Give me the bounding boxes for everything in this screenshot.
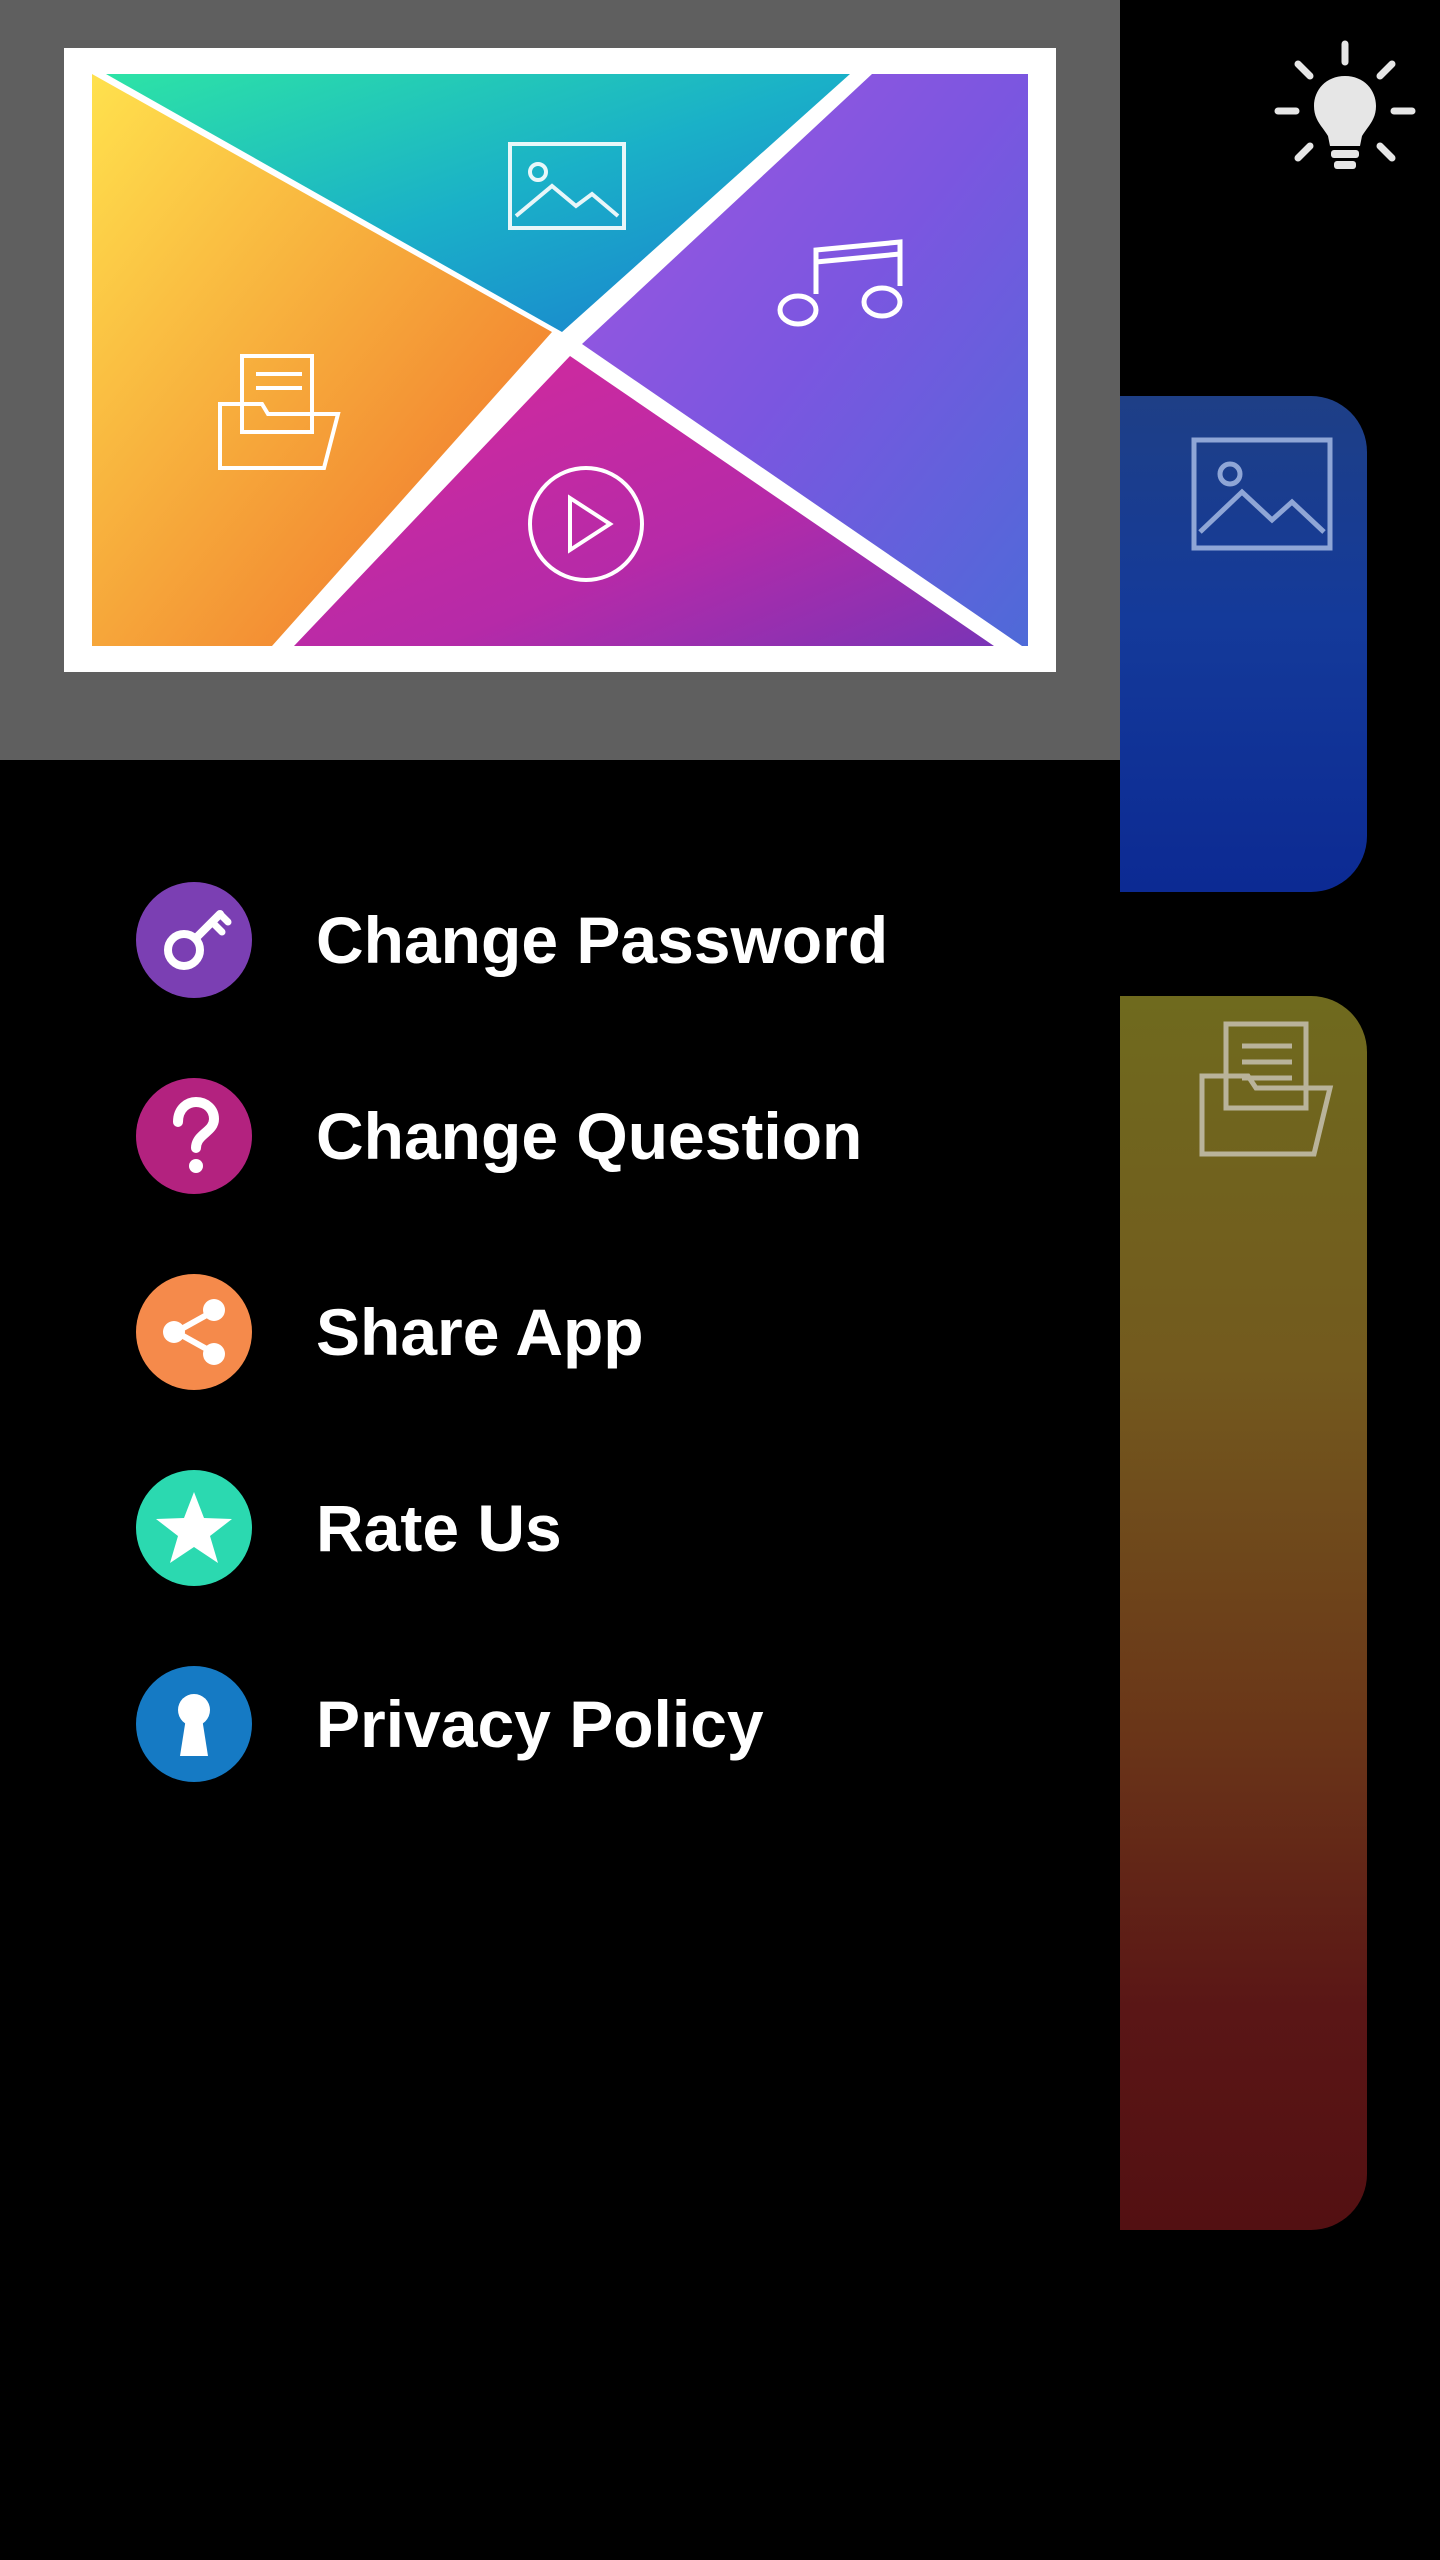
banner-illustration [92,74,1028,646]
star-icon [136,1470,252,1586]
key-icon [136,882,252,998]
menu-item-label: Rate Us [316,1491,562,1565]
app-banner [64,48,1056,672]
drawer-header [0,0,1120,760]
menu-item-change-password[interactable]: Change Password [0,860,1120,1020]
keyhole-icon [136,1666,252,1782]
menu-item-privacy-policy[interactable]: Privacy Policy [0,1644,1120,1804]
menu-item-change-question[interactable]: Change Question [0,1056,1120,1216]
files-vault-card[interactable] [1120,996,1367,2230]
navigation-drawer: Change Password Change Question Share Ap… [0,0,1120,2560]
photos-vault-card[interactable] [1120,396,1367,892]
share-icon [136,1274,252,1390]
lightbulb-icon [1274,40,1416,169]
theme-toggle-button[interactable] [1270,36,1420,186]
menu-item-share-app[interactable]: Share App [0,1252,1120,1412]
image-icon [1191,437,1333,551]
menu-item-label: Change Question [316,1099,863,1173]
question-icon [136,1078,252,1194]
menu-item-label: Change Password [316,903,889,977]
menu-item-rate-us[interactable]: Rate Us [0,1448,1120,1608]
menu-item-label: Share App [316,1295,644,1369]
folder-icon [1199,1021,1334,1157]
menu-item-label: Privacy Policy [316,1687,764,1761]
